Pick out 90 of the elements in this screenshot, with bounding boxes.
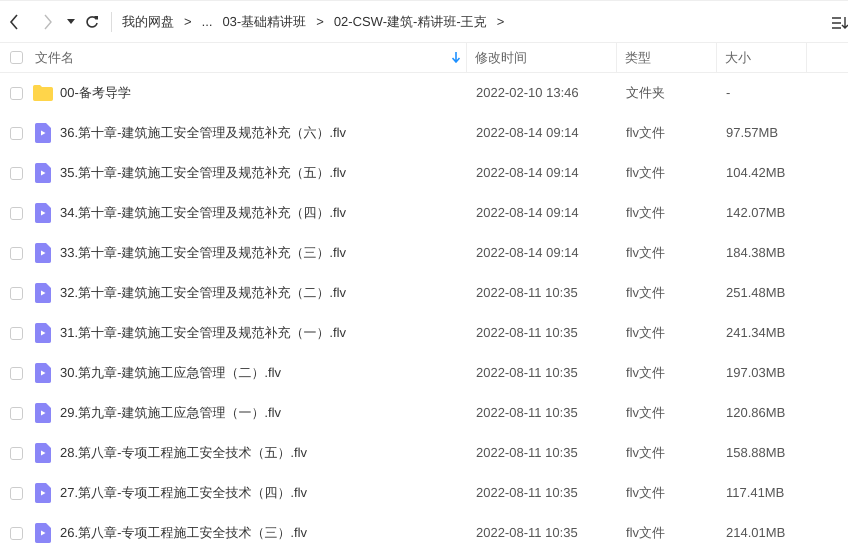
file-type: 文件夹 bbox=[626, 85, 665, 100]
row-checkbox[interactable] bbox=[10, 486, 22, 500]
file-type: flv文件 bbox=[626, 245, 665, 260]
modified-time: 2022-08-11 10:35 bbox=[476, 485, 578, 500]
file-type: flv文件 bbox=[626, 165, 665, 180]
file-name[interactable]: 31.第十章-建筑施工安全管理及规范补充（一）.flv bbox=[60, 323, 346, 343]
row-checkbox[interactable] bbox=[10, 206, 22, 220]
video-file-icon bbox=[35, 123, 51, 143]
modified-time: 2022-08-11 10:35 bbox=[476, 365, 578, 380]
folder-icon bbox=[33, 85, 53, 101]
video-file-icon bbox=[35, 443, 51, 463]
dropdown-caret-icon[interactable] bbox=[67, 18, 75, 24]
file-name[interactable]: 29.第九章-建筑施工应急管理（一）.flv bbox=[60, 403, 282, 423]
file-size: 158.88MB bbox=[726, 445, 786, 460]
video-file-icon bbox=[35, 163, 51, 183]
file-size: 197.03MB bbox=[726, 365, 786, 380]
video-file-icon bbox=[35, 243, 51, 263]
row-checkbox[interactable] bbox=[10, 366, 22, 380]
file-name[interactable]: 32.第十章-建筑施工安全管理及规范补充（二）.flv bbox=[60, 283, 346, 303]
file-name[interactable]: 30.第九章-建筑施工应急管理（二）.flv bbox=[60, 363, 282, 383]
folder-name[interactable]: 00-备考导学 bbox=[60, 83, 131, 103]
file-size: - bbox=[726, 85, 730, 100]
file-name[interactable]: 26.第八章-专项工程施工安全技术（三）.flv bbox=[60, 523, 308, 543]
breadcrumb-item[interactable]: > bbox=[496, 12, 504, 32]
breadcrumb-item[interactable]: > bbox=[184, 12, 192, 32]
video-file-icon bbox=[35, 523, 51, 543]
column-header[interactable]: 大小 bbox=[725, 48, 751, 68]
file-name[interactable]: 28.第八章-专项工程施工安全技术（五）.flv bbox=[60, 443, 308, 463]
row-checkbox[interactable] bbox=[10, 166, 22, 180]
video-file-icon bbox=[35, 323, 51, 343]
row-checkbox[interactable] bbox=[10, 286, 22, 300]
file-type: flv文件 bbox=[626, 405, 665, 420]
file-size: 184.38MB bbox=[726, 245, 786, 260]
back-icon[interactable] bbox=[9, 14, 19, 30]
row-checkbox[interactable] bbox=[10, 86, 22, 100]
file-size: 251.48MB bbox=[726, 285, 786, 300]
breadcrumb-item[interactable]: > bbox=[316, 12, 324, 32]
file-name[interactable]: 27.第八章-专项工程施工安全技术（四）.flv bbox=[60, 483, 308, 503]
file-size: 120.86MB bbox=[726, 405, 786, 420]
file-name[interactable]: 34.第十章-建筑施工安全管理及规范补充（四）.flv bbox=[60, 203, 346, 223]
file-type: flv文件 bbox=[626, 325, 665, 340]
breadcrumb-item[interactable]: 03-基础精讲班 bbox=[222, 12, 306, 32]
refresh-icon[interactable] bbox=[85, 14, 99, 28]
modified-time: 2022-08-11 10:35 bbox=[476, 445, 578, 460]
row-checkbox[interactable] bbox=[10, 406, 22, 420]
video-file-icon bbox=[35, 403, 51, 423]
file-size: 214.01MB bbox=[726, 525, 786, 540]
video-file-icon bbox=[35, 483, 51, 503]
modified-time: 2022-08-11 10:35 bbox=[476, 525, 578, 540]
modified-time: 2022-02-10 13:46 bbox=[476, 85, 579, 100]
file-type: flv文件 bbox=[626, 125, 665, 140]
breadcrumb-item[interactable]: ... bbox=[202, 12, 212, 32]
column-header[interactable]: 修改时间 bbox=[475, 48, 527, 68]
row-checkbox[interactable] bbox=[10, 326, 22, 340]
row-checkbox[interactable] bbox=[10, 526, 22, 540]
modified-time: 2022-08-14 09:14 bbox=[476, 125, 579, 140]
file-type: flv文件 bbox=[626, 205, 665, 220]
file-size: 104.42MB bbox=[726, 165, 786, 180]
breadcrumb-item[interactable]: 我的网盘 bbox=[122, 12, 174, 32]
file-type: flv文件 bbox=[626, 365, 665, 380]
sort-arrow-icon bbox=[452, 52, 460, 63]
file-type: flv文件 bbox=[626, 485, 665, 500]
file-type: flv文件 bbox=[626, 445, 665, 460]
file-type: flv文件 bbox=[626, 285, 665, 300]
file-size: 97.57MB bbox=[726, 125, 778, 140]
row-checkbox[interactable] bbox=[10, 126, 22, 140]
modified-time: 2022-08-11 10:35 bbox=[476, 285, 578, 300]
file-name[interactable]: 33.第十章-建筑施工安全管理及规范补充（三）.flv bbox=[60, 243, 346, 263]
file-name[interactable]: 36.第十章-建筑施工安全管理及规范补充（六）.flv bbox=[60, 123, 346, 143]
select-all-checkbox[interactable] bbox=[10, 51, 22, 64]
video-file-icon bbox=[35, 203, 51, 223]
modified-time: 2022-08-11 10:35 bbox=[476, 405, 578, 420]
file-name[interactable]: 35.第十章-建筑施工安全管理及规范补充（五）.flv bbox=[60, 163, 346, 183]
file-size: 142.07MB bbox=[726, 205, 786, 220]
file-type: flv文件 bbox=[626, 525, 665, 540]
video-file-icon bbox=[35, 283, 51, 303]
modified-time: 2022-08-14 09:14 bbox=[476, 165, 579, 180]
modified-time: 2022-08-14 09:14 bbox=[476, 245, 579, 260]
modified-time: 2022-08-14 09:14 bbox=[476, 205, 579, 220]
row-checkbox[interactable] bbox=[10, 246, 22, 260]
video-file-icon bbox=[35, 363, 51, 383]
modified-time: 2022-08-11 10:35 bbox=[476, 325, 578, 340]
forward-icon[interactable] bbox=[43, 14, 53, 30]
column-header[interactable]: 类型 bbox=[625, 48, 651, 68]
row-checkbox[interactable] bbox=[10, 446, 22, 460]
column-header[interactable]: 文件名 bbox=[35, 48, 74, 68]
sort-icon[interactable] bbox=[832, 17, 848, 29]
file-size: 241.34MB bbox=[726, 325, 786, 340]
breadcrumb-item[interactable]: 02-CSW-建筑-精讲班-王克 bbox=[334, 12, 487, 32]
file-size: 117.41MB bbox=[726, 485, 784, 500]
